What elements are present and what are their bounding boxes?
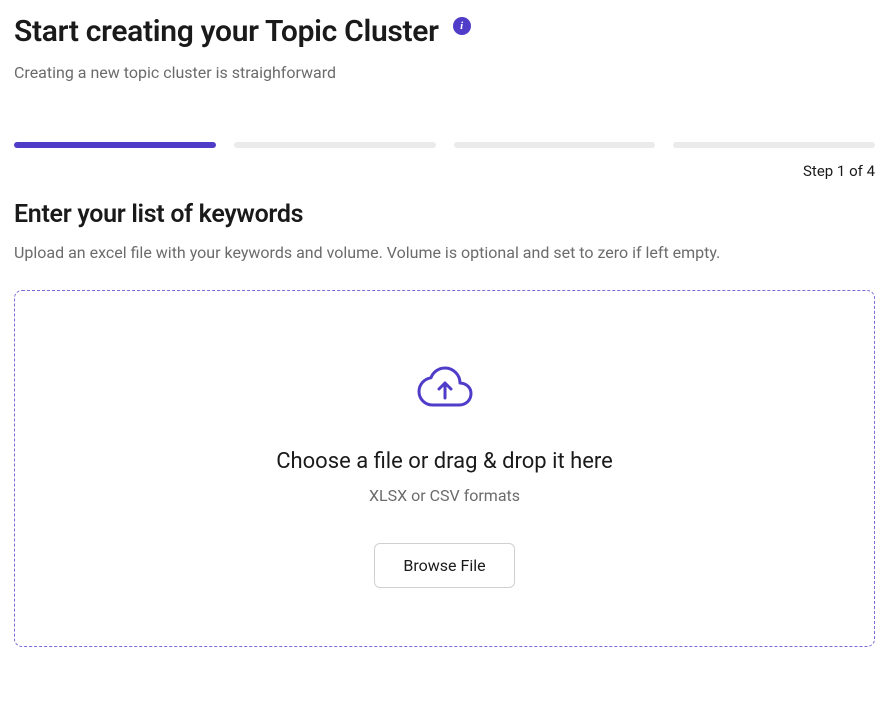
progress-segment-1 bbox=[14, 142, 216, 148]
page-title: Start creating your Topic Cluster bbox=[14, 14, 439, 49]
info-icon[interactable]: i bbox=[453, 17, 471, 35]
step-label: Step 1 of 4 bbox=[14, 162, 875, 180]
dropzone-formats: XLSX or CSV formats bbox=[369, 486, 520, 505]
section-title: Enter your list of keywords bbox=[14, 200, 875, 229]
page-header: Start creating your Topic Cluster i Crea… bbox=[14, 14, 875, 82]
section-subtitle: Upload an excel file with your keywords … bbox=[14, 243, 875, 262]
progress-segment-2 bbox=[234, 142, 436, 148]
browse-file-button[interactable]: Browse File bbox=[374, 543, 514, 588]
progress-segment-3 bbox=[454, 142, 656, 148]
page-subtitle: Creating a new topic cluster is straighf… bbox=[14, 63, 875, 82]
progress-indicator: Step 1 of 4 bbox=[14, 142, 875, 180]
progress-bars bbox=[14, 142, 875, 148]
title-row: Start creating your Topic Cluster i bbox=[14, 14, 875, 49]
dropzone-title: Choose a file or drag & drop it here bbox=[276, 449, 613, 474]
cloud-upload-icon bbox=[416, 363, 474, 413]
file-dropzone[interactable]: Choose a file or drag & drop it here XLS… bbox=[14, 290, 875, 647]
progress-segment-4 bbox=[673, 142, 875, 148]
